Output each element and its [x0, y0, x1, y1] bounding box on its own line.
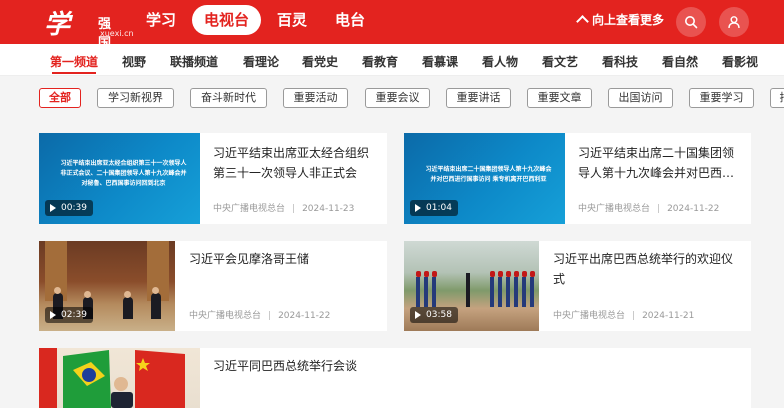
video-card[interactable]: 习近平同巴西总统举行会谈 — [39, 348, 751, 408]
search-button[interactable] — [676, 7, 706, 37]
duration-text: 02:39 — [61, 310, 87, 320]
top-nav-item-xuexi[interactable]: 学习 — [134, 5, 188, 35]
video-thumbnail[interactable]: 02:39 — [39, 241, 175, 331]
channel-wenyi[interactable]: 看文艺 — [542, 53, 578, 70]
duration-badge: 00:39 — [45, 200, 93, 216]
video-date: 2024-11-22 — [667, 204, 720, 214]
video-card[interactable]: 02:39 习近平会见摩洛哥王储 中央广播电视总台 | 2024-11-22 — [39, 241, 387, 331]
video-title[interactable]: 习近平会见摩洛哥王储 — [189, 249, 379, 269]
tag-all[interactable]: 全部 — [39, 88, 81, 108]
duration-text: 01:04 — [426, 203, 452, 213]
video-title[interactable]: 习近平结束出席亚太经合组织第三十一次领导人非正式会议… — [213, 143, 373, 183]
play-icon — [415, 204, 421, 212]
video-title[interactable]: 习近平同巴西总统举行会谈 — [213, 356, 513, 376]
video-source: 中央广播电视总台 — [553, 311, 626, 321]
play-icon — [50, 204, 56, 212]
search-icon — [685, 16, 698, 29]
tag-xuexi[interactable]: 重要学习 — [689, 88, 754, 108]
video-meta: 中央广播电视总台 | 2024-11-23 — [213, 204, 355, 214]
logo-url: xuexi.cn — [100, 29, 134, 38]
top-nav-item-tv[interactable]: 电视台 — [192, 5, 262, 35]
video-source: 中央广播电视总台 — [189, 311, 262, 321]
video-date: 2024-11-21 — [642, 311, 695, 321]
video-source: 中央广播电视总台 — [578, 204, 651, 214]
duration-text: 00:39 — [61, 203, 87, 213]
top-nav-item-radio[interactable]: 电台 — [323, 5, 377, 35]
flags-scene — [39, 348, 185, 408]
video-meta: 中央广播电视总台 | 2024-11-21 — [553, 311, 695, 321]
tag-huiyi[interactable]: 重要会议 — [365, 88, 430, 108]
channel-first[interactable]: 第一频道 — [50, 53, 98, 70]
tag-jianghua[interactable]: 重要讲话 — [446, 88, 511, 108]
channel-lianbo[interactable]: 联播频道 — [170, 53, 218, 70]
chevron-up-icon — [576, 15, 589, 28]
channel-ziran[interactable]: 看自然 — [662, 53, 698, 70]
video-card[interactable]: 03:58 习近平出席巴西总统举行的欢迎仪式 中央广播电视总台 | 2024-11-… — [404, 241, 751, 331]
video-title[interactable]: 习近平出席巴西总统举行的欢迎仪式 — [553, 249, 738, 289]
video-source: 中央广播电视总台 — [213, 204, 286, 214]
thumbnail-caption: 习近平结束出席二十国集团领导人第十九次峰会并对巴西进行国事访问 乘专机离开巴西利… — [425, 166, 552, 183]
top-header: 学习 强国 xuexi.cn 学习 电视台 百灵 电台 向上查看更多 — [0, 0, 784, 77]
duration-badge: 03:58 — [410, 307, 458, 323]
up-more-label: 向上查看更多 — [592, 13, 665, 27]
top-nav: 学习 电视台 百灵 电台 — [134, 5, 381, 35]
play-icon — [50, 311, 56, 319]
channel-jiaoyu[interactable]: 看教育 — [362, 53, 398, 70]
channel-dangshi[interactable]: 看党史 — [302, 53, 338, 70]
video-title[interactable]: 习近平结束出席二十国集团领导人第十九次峰会并对巴西… — [578, 143, 738, 183]
tag-filter-bar: 全部 学习新视界 奋斗新时代 重要活动 重要会议 重要讲话 重要文章 出国访问 … — [0, 76, 784, 122]
tag-fendou[interactable]: 奋斗新时代 — [190, 88, 267, 108]
video-meta: 中央广播电视总台 | 2024-11-22 — [189, 311, 331, 321]
video-card[interactable]: 习近平结束出席二十国集团领导人第十九次峰会并对巴西进行国事访问 乘专机离开巴西利… — [404, 133, 751, 224]
channel-yingshi[interactable]: 看影视 — [722, 53, 758, 70]
duration-badge: 01:04 — [410, 200, 458, 216]
user-icon — [728, 16, 740, 29]
video-thumbnail[interactable]: 习近平结束出席二十国集团领导人第十九次峰会并对巴西进行国事访问 乘专机离开巴西利… — [404, 133, 565, 224]
tag-xinshijie[interactable]: 学习新视界 — [97, 88, 174, 108]
tag-more[interactable]: 指 — [770, 88, 784, 108]
channel-keji[interactable]: 看科技 — [602, 53, 638, 70]
channel-renwu[interactable]: 看人物 — [482, 53, 518, 70]
duration-badge: 02:39 — [45, 307, 93, 323]
video-card[interactable]: 习近平结束出席亚太经合组织第三十一次领导人非正式会议、二十国集团领导人第十九次峰… — [39, 133, 387, 224]
video-meta: 中央广播电视总台 | 2024-11-22 — [578, 204, 720, 214]
top-nav-item-bailing[interactable]: 百灵 — [265, 5, 319, 35]
tag-wenzhang[interactable]: 重要文章 — [527, 88, 592, 108]
play-icon — [415, 311, 421, 319]
video-thumbnail[interactable]: 03:58 — [404, 241, 539, 331]
video-date: 2024-11-23 — [302, 204, 355, 214]
thumbnail-caption: 习近平结束出席亚太经合组织第三十一次领导人非正式会议、二十国集团领导人第十九次峰… — [60, 160, 187, 187]
up-more-button[interactable]: 向上查看更多 — [576, 11, 665, 28]
channel-shiye[interactable]: 视野 — [122, 53, 146, 70]
active-channel-indicator — [52, 72, 96, 74]
channel-nav: 第一频道 视野 联播频道 看理论 看党史 看教育 看慕课 看人物 看文艺 看科技… — [0, 44, 784, 76]
tag-huodong[interactable]: 重要活动 — [283, 88, 348, 108]
video-thumbnail[interactable] — [39, 348, 200, 408]
channel-lilun[interactable]: 看理论 — [243, 53, 279, 70]
channel-muke[interactable]: 看慕课 — [422, 53, 458, 70]
user-button[interactable] — [719, 7, 749, 37]
duration-text: 03:58 — [426, 310, 452, 320]
tag-fangwen[interactable]: 出国访问 — [608, 88, 673, 108]
video-date: 2024-11-22 — [278, 311, 331, 321]
video-thumbnail[interactable]: 习近平结束出席亚太经合组织第三十一次领导人非正式会议、二十国集团领导人第十九次峰… — [39, 133, 200, 224]
